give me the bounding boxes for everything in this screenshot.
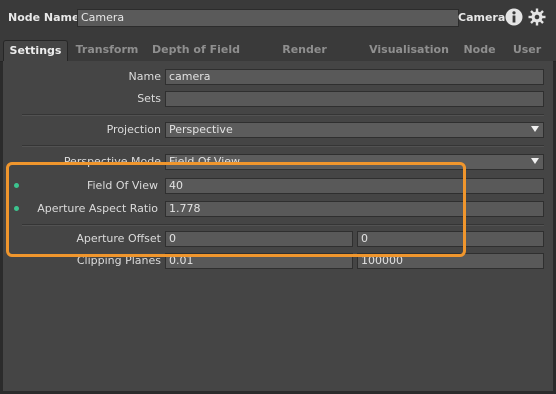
tab-user[interactable]: User: [510, 40, 544, 61]
node-type-label: Camera: [458, 11, 506, 24]
aperture-offset-label: Aperture Offset: [76, 232, 161, 245]
settings-panel: [3, 61, 553, 391]
aperture-offset-y-field[interactable]: 0: [357, 231, 544, 247]
clipping-near-field[interactable]: 0.01: [165, 253, 353, 269]
sets-label: Sets: [137, 92, 161, 105]
node-header: Node Name Camera Camera: [0, 0, 556, 36]
clipping-far-field[interactable]: 100000: [357, 253, 544, 269]
tab-render-overrides[interactable]: Render Overrides: [251, 40, 358, 76]
separator: [22, 145, 544, 147]
aperture-aspect-ratio-field[interactable]: 1.778: [165, 201, 544, 217]
animated-indicator-dot: [14, 206, 19, 211]
tab-bar: Settings Transform Depth of Field Render…: [0, 36, 556, 76]
field-of-view-field[interactable]: 40: [165, 178, 544, 194]
clipping-planes-label: Clipping Planes: [76, 254, 161, 267]
projection-value: Perspective: [169, 123, 233, 136]
chevron-down-icon: [531, 158, 539, 164]
perspective-mode-label: Perspective Mode: [63, 155, 161, 168]
node-name-input[interactable]: Camera: [77, 9, 459, 27]
tab-depth-of-field[interactable]: Depth of Field: [152, 40, 240, 61]
perspective-mode-value: Field Of View: [169, 155, 241, 168]
projection-label: Projection: [106, 123, 161, 136]
separator: [22, 114, 544, 116]
perspective-mode-dropdown[interactable]: Field Of View: [165, 154, 544, 170]
tab-node[interactable]: Node: [461, 40, 498, 61]
name-label: Name: [128, 70, 161, 83]
field-of-view-label: Field Of View: [86, 179, 158, 192]
tab-transform[interactable]: Transform: [74, 40, 140, 61]
sets-field[interactable]: [165, 91, 544, 107]
animated-indicator-dot: [14, 183, 19, 188]
gear-icon[interactable]: [528, 8, 546, 26]
aperture-offset-x-field[interactable]: 0: [165, 231, 353, 247]
separator: [22, 224, 544, 226]
node-name-label: Node Name: [8, 11, 80, 24]
info-icon[interactable]: [505, 8, 523, 26]
tab-visualisation[interactable]: Visualisation: [368, 40, 450, 61]
projection-dropdown[interactable]: Perspective: [165, 122, 544, 138]
aperture-aspect-ratio-label: Aperture Aspect Ratio: [37, 202, 158, 215]
name-field[interactable]: camera: [165, 69, 544, 85]
chevron-down-icon: [531, 126, 539, 132]
tab-settings[interactable]: Settings: [3, 40, 68, 62]
